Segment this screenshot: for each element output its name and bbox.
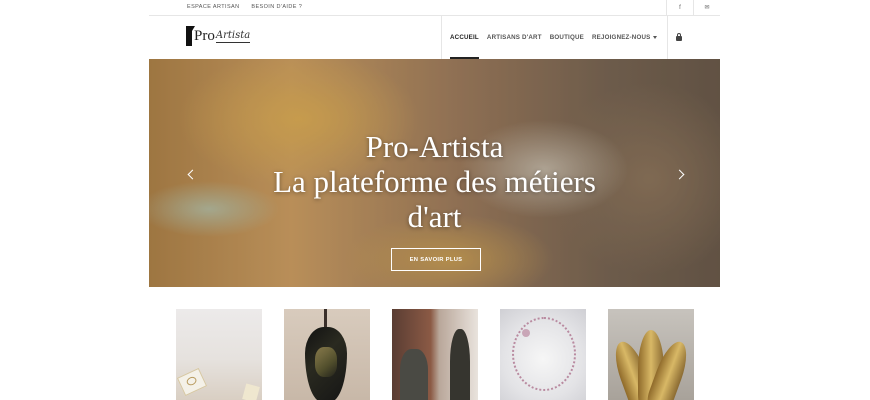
logo-text-artista: Artista [215,29,251,43]
product-image-detail [522,329,530,337]
social-links: f ✉ [666,0,720,15]
site-header: Pro Artista ACCUEIL ARTISANS D'ART BOUTI… [149,16,720,59]
hero-title: Pro-Artista La plateforme des métiers d'… [149,129,720,234]
logo-mark-icon [186,26,195,46]
nav-item-boutique[interactable]: BOUTIQUE [550,16,584,59]
hero-title-line-2: La plateforme des métiers [273,164,596,199]
nav-item-accueil[interactable]: ACCUEIL [450,16,479,59]
product-card-black-pendant[interactable] [284,309,370,400]
nav-item-rejoignez-nous[interactable]: REJOIGNEZ-NOUS [592,16,658,59]
product-image [400,349,428,400]
mail-icon[interactable]: ✉ [693,0,720,15]
product-image [176,367,208,397]
logo-text-pro: Pro [194,27,215,44]
product-image-detail [242,383,260,400]
hero-title-line-1: Pro-Artista [365,129,504,164]
product-card-flower-lamp[interactable] [608,309,694,400]
product-image [512,317,576,391]
product-card-ceramic-tags[interactable] [176,309,262,400]
cart-button[interactable] [667,16,690,59]
link-besoin-aide[interactable]: BESOIN D'AIDE ? [251,4,302,10]
product-image-detail [450,329,470,400]
top-links: ESPACE ARTISAN BESOIN D'AIDE ? [187,4,312,10]
hero-slider: Pro-Artista La plateforme des métiers d'… [149,59,720,287]
product-card-sculpture[interactable] [392,309,478,400]
link-espace-artisan[interactable]: ESPACE ARTISAN [187,4,239,10]
shopping-bag-icon [676,33,682,41]
hero-title-line-3: d'art [407,199,462,234]
site-logo[interactable]: Pro Artista [186,26,251,46]
nav-item-artisans[interactable]: ARTISANS D'ART [487,16,542,59]
top-bar: ESPACE ARTISAN BESOIN D'AIDE ? f ✉ [149,0,720,16]
product-grid [149,309,720,400]
learn-more-button[interactable]: EN SAVOIR PLUS [391,248,481,271]
main-nav: ACCUEIL ARTISANS D'ART BOUTIQUE REJOIGNE… [441,16,665,59]
chevron-down-icon [653,35,658,39]
product-image [305,327,347,400]
facebook-icon[interactable]: f [666,0,693,15]
product-card-necklace[interactable] [500,309,586,400]
nav-item-rejoignez-label: REJOIGNEZ-NOUS [591,34,651,41]
